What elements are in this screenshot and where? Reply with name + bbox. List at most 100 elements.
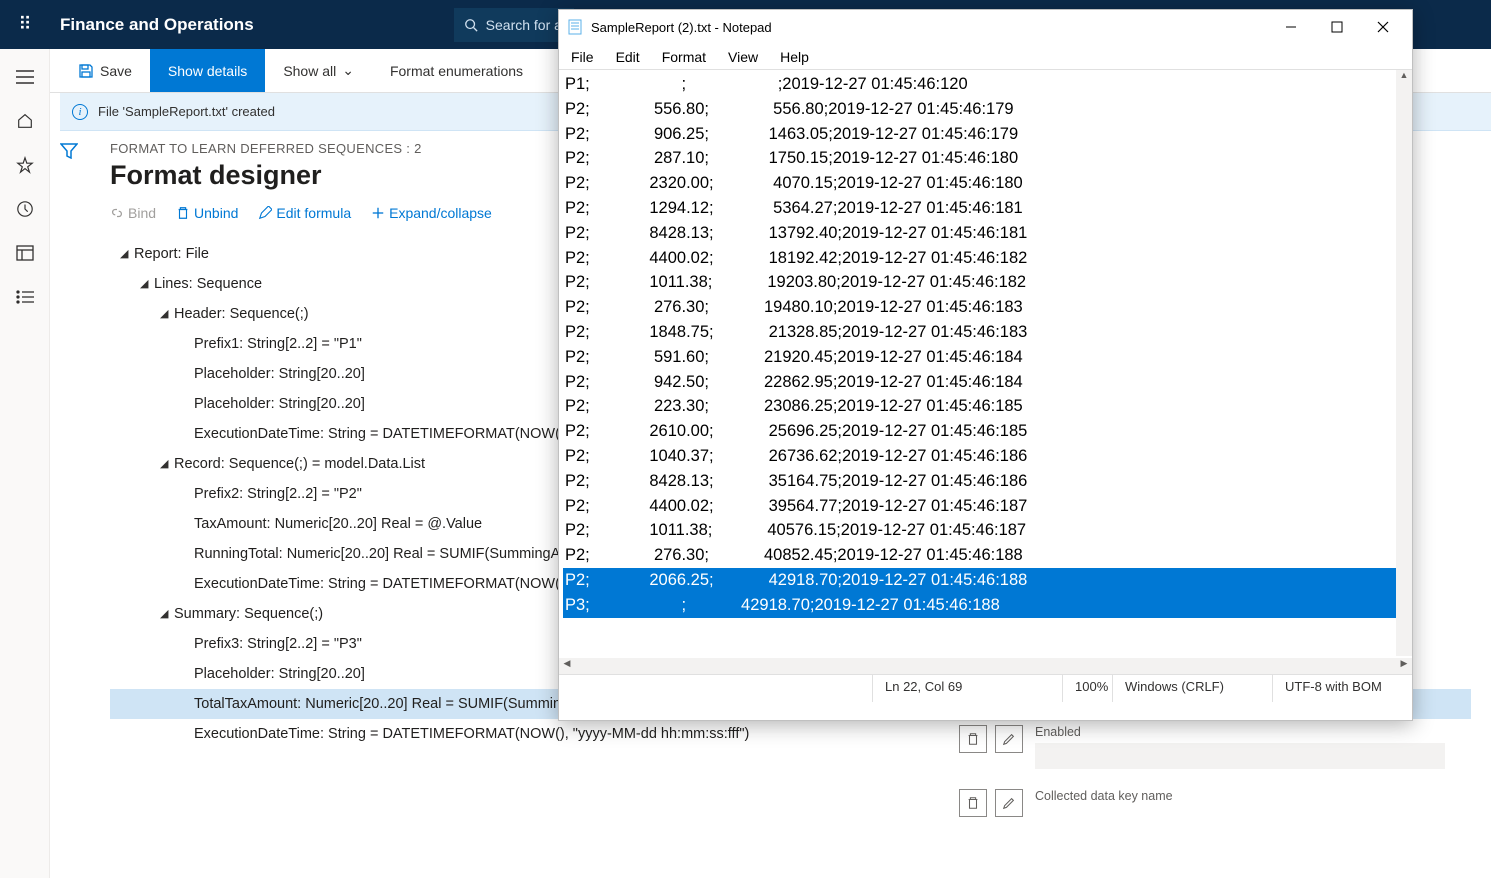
scrollbar-horizontal[interactable]: ◀ ▶ <box>559 658 1412 674</box>
notepad-title: SampleReport (2).txt - Notepad <box>591 20 1268 35</box>
menu-help[interactable]: Help <box>780 49 809 65</box>
text-line: P2; 223.30; 23086.25;2019-12-27 01:45:46… <box>563 394 1408 419</box>
show-all-button[interactable]: Show all ⌄ <box>265 49 372 92</box>
left-nav-rail <box>0 49 50 878</box>
close-button[interactable] <box>1360 12 1406 42</box>
filter-button[interactable] <box>60 131 100 878</box>
status-encoding: UTF-8 with BOM <box>1272 675 1412 702</box>
search-placeholder: Search for a <box>486 17 562 33</box>
nav-module-icon[interactable] <box>9 237 41 269</box>
tree-node-label: Record: Sequence(;) = model.Data.List <box>174 449 425 479</box>
show-all-label: Show all <box>283 63 336 79</box>
save-label: Save <box>100 63 132 79</box>
text-line: P3; ; 42918.70;2019-12-27 01:45:46:188 <box>563 593 1408 618</box>
notepad-text-area[interactable]: P1; ; ;2019-12-27 01:45:46:120P2; 556.80… <box>559 70 1412 658</box>
text-line: P2; 1011.38; 40576.15;2019-12-27 01:45:4… <box>563 518 1408 543</box>
menu-format[interactable]: Format <box>662 49 706 65</box>
notepad-statusbar: Ln 22, Col 69 100% Windows (CRLF) UTF-8 … <box>559 674 1412 702</box>
expand-collapse-button[interactable]: Expand/collapse <box>371 205 492 221</box>
nav-clock-icon[interactable] <box>9 193 41 225</box>
save-icon <box>78 63 94 79</box>
delete-property-button[interactable] <box>959 725 987 753</box>
scrollbar-vertical[interactable]: ▲ <box>1396 70 1412 656</box>
status-eol: Windows (CRLF) <box>1112 675 1272 702</box>
properties-panel: Enabled Collected data key name <box>959 725 1479 837</box>
show-details-label: Show details <box>168 63 247 79</box>
edit-formula-label: Edit formula <box>276 205 351 221</box>
expand-caret-icon[interactable]: ◢ <box>140 269 154 299</box>
edit-property-button[interactable] <box>995 725 1023 753</box>
status-zoom: 100% <box>1062 675 1112 702</box>
bind-button[interactable]: Bind <box>110 205 156 221</box>
notepad-menu: File Edit Format View Help <box>559 44 1412 70</box>
maximize-button[interactable] <box>1314 12 1360 42</box>
tree-node-label: Lines: Sequence <box>154 269 262 299</box>
text-line: P2; 8428.13; 13792.40;2019-12-27 01:45:4… <box>563 221 1408 246</box>
tree-node-label: Prefix3: String[2..2] = "P3" <box>194 629 362 659</box>
show-details-button[interactable]: Show details <box>150 49 265 92</box>
scroll-left-icon[interactable]: ◀ <box>559 658 575 674</box>
edit-formula-button[interactable]: Edit formula <box>258 205 351 221</box>
nav-star-icon[interactable] <box>9 149 41 181</box>
text-line: P2; 942.50; 22862.95;2019-12-27 01:45:46… <box>563 370 1408 395</box>
text-line: P2; 276.30; 19480.10;2019-12-27 01:45:46… <box>563 295 1408 320</box>
text-line: P2; 1848.75; 21328.85;2019-12-27 01:45:4… <box>563 320 1408 345</box>
expand-caret-icon[interactable]: ◢ <box>120 239 134 269</box>
bind-label: Bind <box>128 205 156 221</box>
tree-node-label: Placeholder: String[20..20] <box>194 359 365 389</box>
tree-node-label: Placeholder: String[20..20] <box>194 389 365 419</box>
delete-property-button[interactable] <box>959 789 987 817</box>
edit-property-button[interactable] <box>995 789 1023 817</box>
text-line: P2; 276.30; 40852.45;2019-12-27 01:45:46… <box>563 543 1408 568</box>
menu-edit[interactable]: Edit <box>616 49 640 65</box>
property-label: Enabled <box>1035 725 1445 739</box>
chevron-down-icon: ⌄ <box>342 62 354 79</box>
text-line: P2; 287.10; 1750.15;2019-12-27 01:45:46:… <box>563 146 1408 171</box>
text-line: P2; 1011.38; 19203.80;2019-12-27 01:45:4… <box>563 270 1408 295</box>
notepad-titlebar[interactable]: SampleReport (2).txt - Notepad <box>559 10 1412 44</box>
pencil-icon <box>1002 732 1016 746</box>
save-button[interactable]: Save <box>60 49 150 92</box>
nav-hamburger-icon[interactable] <box>9 61 41 93</box>
info-message: File 'SampleReport.txt' created <box>98 104 275 119</box>
tree-node-label: Header: Sequence(;) <box>174 299 309 329</box>
text-line: P2; 591.60; 21920.45;2019-12-27 01:45:46… <box>563 345 1408 370</box>
trash-icon <box>966 732 980 746</box>
enabled-input[interactable] <box>1035 743 1445 769</box>
tree-node-label: Summary: Sequence(;) <box>174 599 323 629</box>
app-title: Finance and Operations <box>50 15 254 35</box>
trash-icon <box>966 796 980 810</box>
menu-file[interactable]: File <box>571 49 594 65</box>
text-line: P2; 1040.37; 26736.62;2019-12-27 01:45:4… <box>563 444 1408 469</box>
expand-caret-icon[interactable]: ◢ <box>160 599 174 629</box>
info-icon: i <box>72 104 88 120</box>
format-enumerations-button[interactable]: Format enumerations <box>372 49 541 92</box>
pencil-icon <box>258 206 272 220</box>
tree-node-label: Placeholder: String[20..20] <box>194 659 365 689</box>
trash-icon <box>176 206 190 220</box>
scroll-right-icon[interactable]: ▶ <box>1396 658 1412 674</box>
expand-label: Expand/collapse <box>389 205 492 221</box>
minimize-button[interactable] <box>1268 12 1314 42</box>
text-line: P2; 2320.00; 4070.15;2019-12-27 01:45:46… <box>563 171 1408 196</box>
scroll-up-icon[interactable]: ▲ <box>1396 70 1412 86</box>
link-icon <box>110 206 124 220</box>
text-line: P2; 2066.25; 42918.70;2019-12-27 01:45:4… <box>563 568 1408 593</box>
nav-list-icon[interactable] <box>9 281 41 313</box>
text-line: P2; 1294.12; 5364.27;2019-12-27 01:45:46… <box>563 196 1408 221</box>
expand-caret-icon[interactable]: ◢ <box>160 299 174 329</box>
unbind-button[interactable]: Unbind <box>176 205 238 221</box>
waffle-icon[interactable]: ⠿ <box>0 14 50 35</box>
property-label: Collected data key name <box>1035 789 1173 803</box>
search-input[interactable]: Search for a <box>454 8 574 42</box>
status-position: Ln 22, Col 69 <box>872 675 1062 702</box>
menu-view[interactable]: View <box>728 49 758 65</box>
text-line: P2; 906.25; 1463.05;2019-12-27 01:45:46:… <box>563 122 1408 147</box>
expand-caret-icon[interactable]: ◢ <box>160 449 174 479</box>
pencil-icon <box>1002 796 1016 810</box>
expand-icon <box>371 206 385 220</box>
text-line: P1; ; ;2019-12-27 01:45:46:120 <box>563 72 1408 97</box>
format-enum-label: Format enumerations <box>390 63 523 79</box>
nav-home-icon[interactable] <box>9 105 41 137</box>
notepad-window: SampleReport (2).txt - Notepad FileEditF… <box>558 9 1413 721</box>
